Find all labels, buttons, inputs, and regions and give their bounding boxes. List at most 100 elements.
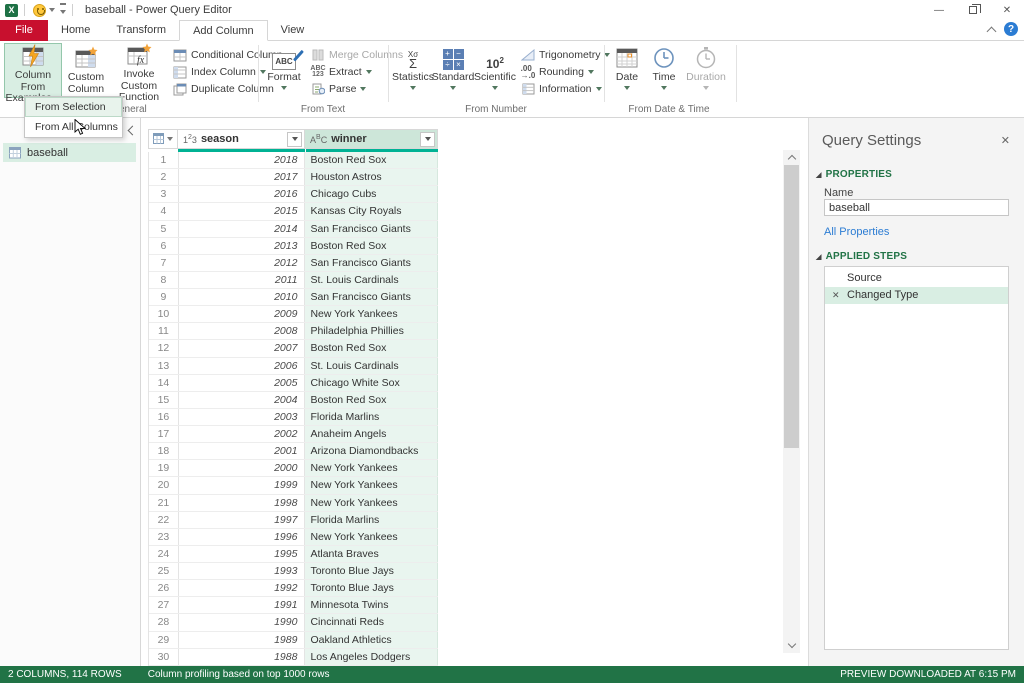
cell-winner[interactable]: Kansas City Royals — [305, 203, 438, 219]
index-column-button[interactable]: Index Column — [172, 64, 266, 80]
cell-winner[interactable]: Oakland Athletics — [305, 632, 438, 648]
cell-season[interactable]: 2007 — [179, 340, 306, 356]
cell-season[interactable]: 1988 — [179, 649, 306, 665]
restore-button[interactable] — [956, 0, 990, 20]
cell-season[interactable]: 1997 — [179, 512, 306, 528]
cell-winner[interactable]: Toronto Blue Jays — [305, 563, 438, 579]
cell-season[interactable]: 1993 — [179, 563, 306, 579]
cell-winner[interactable]: Houston Astros — [305, 169, 438, 185]
cell-season[interactable]: 1999 — [179, 477, 306, 493]
cell-season[interactable]: 2009 — [179, 306, 306, 322]
applied-step-changed-type[interactable]: ✕Changed Type — [825, 287, 1008, 304]
information-button[interactable]: Information — [520, 81, 602, 97]
cell-season[interactable]: 2001 — [179, 443, 306, 459]
statistics-button[interactable]: XσΣ Statistics — [394, 43, 432, 98]
qat-customize-icon[interactable] — [60, 3, 66, 18]
cell-season[interactable]: 1992 — [179, 580, 306, 596]
cell-season[interactable]: 1998 — [179, 495, 306, 511]
tab-transform[interactable]: Transform — [103, 20, 179, 41]
cell-season[interactable]: 2004 — [179, 392, 306, 408]
properties-section-header[interactable]: ◢ PROPERTIES — [816, 169, 892, 180]
custom-column-button[interactable]: Custom Column — [65, 43, 107, 98]
merge-columns-button[interactable]: Merge Columns — [310, 47, 403, 63]
query-name-input[interactable] — [824, 199, 1009, 216]
cell-winner[interactable]: Florida Marlins — [305, 512, 438, 528]
column-header-winner[interactable]: ABC winner — [305, 129, 438, 149]
cell-season[interactable]: 2000 — [179, 460, 306, 476]
cell-winner[interactable]: St. Louis Cardinals — [305, 358, 438, 374]
cell-winner[interactable]: Boston Red Sox — [305, 152, 438, 168]
cell-winner[interactable]: Los Angeles Dodgers — [305, 649, 438, 665]
collapse-queries-pane-icon[interactable] — [128, 126, 138, 136]
applied-steps-section-header[interactable]: ◢ APPLIED STEPS — [816, 251, 907, 262]
minimize-button[interactable]: — — [922, 0, 956, 20]
standard-button[interactable]: +−÷× Standard — [434, 43, 472, 98]
cell-winner[interactable]: New York Yankees — [305, 460, 438, 476]
tab-add-column[interactable]: Add Column — [179, 20, 268, 41]
data-type-number-icon[interactable]: 123 — [183, 134, 197, 145]
cell-winner[interactable]: Arizona Diamondbacks — [305, 443, 438, 459]
cell-season[interactable]: 2002 — [179, 426, 306, 442]
cell-winner[interactable]: Boston Red Sox — [305, 392, 438, 408]
vertical-scrollbar[interactable] — [783, 150, 800, 653]
query-item-baseball[interactable]: baseball — [3, 143, 136, 162]
file-tab[interactable]: File — [0, 20, 48, 41]
status-profiling-info[interactable]: Column profiling based on top 1000 rows — [148, 669, 330, 680]
cell-season[interactable]: 2018 — [179, 152, 306, 168]
cell-season[interactable]: 2011 — [179, 272, 306, 288]
cell-winner[interactable]: New York Yankees — [305, 477, 438, 493]
cell-winner[interactable]: Anaheim Angels — [305, 426, 438, 442]
tab-view[interactable]: View — [268, 20, 318, 41]
collapse-ribbon-icon[interactable] — [987, 26, 997, 36]
cell-winner[interactable]: Toronto Blue Jays — [305, 580, 438, 596]
menu-item-from-selection[interactable]: From Selection — [25, 97, 122, 117]
format-button[interactable]: ABC Format — [264, 43, 304, 98]
cell-winner[interactable]: Boston Red Sox — [305, 340, 438, 356]
cell-winner[interactable]: Boston Red Sox — [305, 238, 438, 254]
cell-winner[interactable]: New York Yankees — [305, 529, 438, 545]
column-from-examples-button[interactable]: Column From Examples — [4, 43, 62, 98]
cell-winner[interactable]: New York Yankees — [305, 306, 438, 322]
cell-season[interactable]: 2012 — [179, 255, 306, 271]
scroll-up-button[interactable] — [783, 150, 800, 165]
close-button[interactable]: ✕ — [990, 0, 1024, 20]
all-properties-link[interactable]: All Properties — [824, 226, 889, 238]
filter-button-season[interactable] — [287, 132, 302, 147]
cell-season[interactable]: 2017 — [179, 169, 306, 185]
cell-season[interactable]: 2006 — [179, 358, 306, 374]
cell-season[interactable]: 1989 — [179, 632, 306, 648]
cell-winner[interactable]: Philadelphia Phillies — [305, 323, 438, 339]
help-icon[interactable]: ? — [1004, 22, 1018, 36]
rounding-button[interactable]: .00→.0 Rounding — [520, 64, 594, 80]
tab-home[interactable]: Home — [48, 20, 103, 41]
feedback-smiley-icon[interactable] — [33, 4, 46, 17]
cell-season[interactable]: 2013 — [179, 238, 306, 254]
scrollbar-thumb[interactable] — [784, 165, 799, 448]
cell-winner[interactable]: Cincinnati Reds — [305, 614, 438, 630]
trigonometry-button[interactable]: Trigonometry — [520, 47, 610, 63]
cell-winner[interactable]: San Francisco Giants — [305, 289, 438, 305]
time-button[interactable]: Time — [648, 43, 680, 98]
cell-season[interactable]: 1995 — [179, 546, 306, 562]
cell-winner[interactable]: Minnesota Twins — [305, 597, 438, 613]
cell-winner[interactable]: Atlanta Braves — [305, 546, 438, 562]
cell-winner[interactable]: San Francisco Giants — [305, 255, 438, 271]
cell-season[interactable]: 2008 — [179, 323, 306, 339]
cell-season[interactable]: 1996 — [179, 529, 306, 545]
cell-season[interactable]: 2010 — [179, 289, 306, 305]
cell-winner[interactable]: San Francisco Giants — [305, 221, 438, 237]
cell-season[interactable]: 1990 — [179, 614, 306, 630]
cell-winner[interactable]: Chicago White Sox — [305, 375, 438, 391]
parse-button[interactable]: Parse — [310, 81, 366, 97]
cell-winner[interactable]: Chicago Cubs — [305, 186, 438, 202]
scroll-down-button[interactable] — [783, 638, 800, 653]
cell-winner[interactable]: Florida Marlins — [305, 409, 438, 425]
cell-season[interactable]: 2003 — [179, 409, 306, 425]
scientific-button[interactable]: 102 Scientific — [474, 43, 516, 98]
invoke-custom-function-button[interactable]: fx Invoke Custom Function — [110, 43, 168, 98]
cell-season[interactable]: 1991 — [179, 597, 306, 613]
data-type-text-icon[interactable]: ABC — [310, 134, 327, 145]
filter-button-winner[interactable] — [420, 132, 435, 147]
delete-step-icon[interactable]: ✕ — [832, 287, 840, 304]
cell-winner[interactable]: New York Yankees — [305, 495, 438, 511]
